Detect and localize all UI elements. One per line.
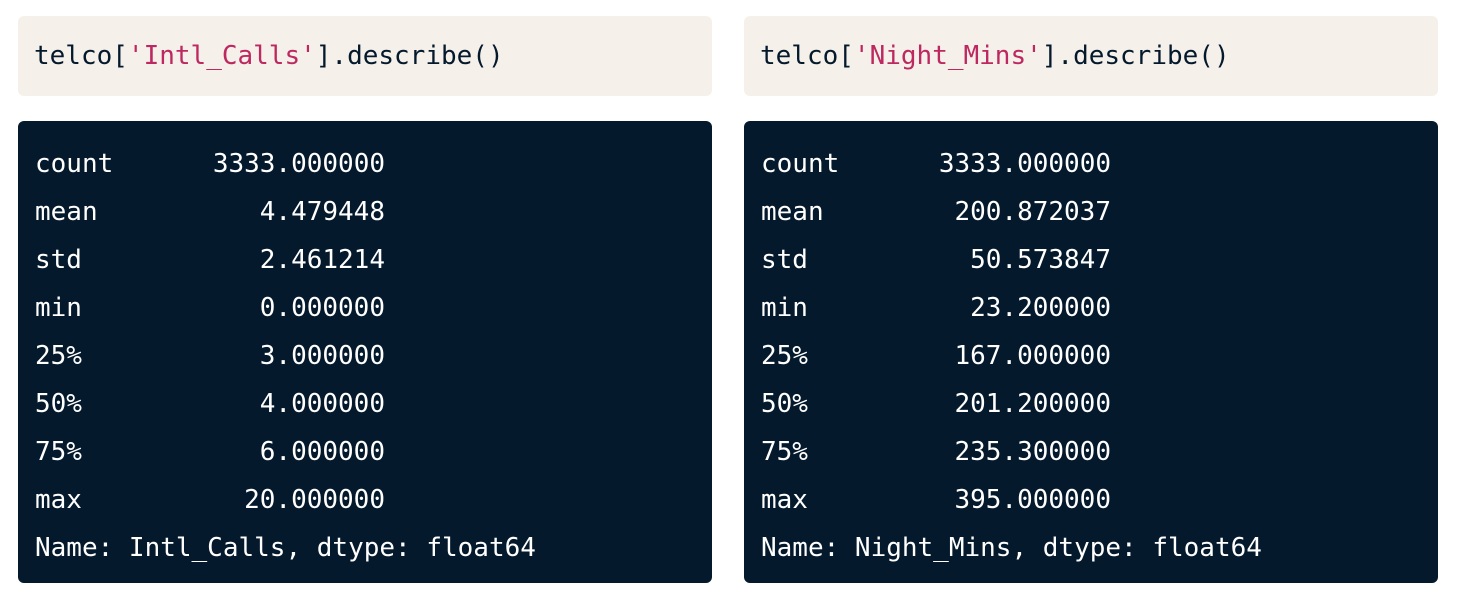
stat-row-std: std 2.461214 — [35, 236, 695, 284]
stat-label: 50% — [761, 389, 808, 419]
code-prefix: telco[ — [760, 41, 854, 71]
stat-label: std — [761, 245, 808, 275]
stat-value: 50.573847 — [970, 245, 1111, 275]
stat-row-25: 25% 3.000000 — [35, 332, 695, 380]
code-string: 'Night_Mins' — [853, 41, 1042, 71]
code-suffix: ].describe() — [1041, 41, 1230, 71]
stat-value: 235.300000 — [954, 437, 1111, 467]
stat-row-50: 50% 201.200000 — [761, 380, 1421, 428]
stat-label: mean — [35, 197, 98, 227]
stat-value: 395.000000 — [954, 485, 1111, 515]
code-cell-intl-calls[interactable]: telco['Intl_Calls'].describe() — [18, 16, 712, 96]
output-cell-night-mins: count 3333.000000 mean 200.872037 std 50.57… — [744, 121, 1438, 583]
stat-value: 2.461214 — [259, 245, 385, 275]
stat-label: 25% — [761, 341, 808, 371]
stat-row-75: 75% 6.000000 — [35, 428, 695, 476]
stat-label: 50% — [35, 389, 82, 419]
stat-value: 20.000000 — [244, 485, 385, 515]
stat-label: std — [35, 245, 82, 275]
code-cell-night-mins[interactable]: telco['Night_Mins'].describe() — [744, 16, 1438, 96]
stat-label: count — [35, 149, 114, 179]
left-panel: telco['Intl_Calls'].describe() count 3333… — [18, 16, 712, 583]
stat-row-max: max 395.000000 — [761, 476, 1421, 524]
stat-row-25: 25% 167.000000 — [761, 332, 1421, 380]
stat-label: mean — [761, 197, 824, 227]
stat-value: 201.200000 — [954, 389, 1111, 419]
stat-label: 75% — [761, 437, 808, 467]
stat-value: 200.872037 — [954, 197, 1111, 227]
stat-row-max: max 20.000000 — [35, 476, 695, 524]
stat-value: 3333.000000 — [938, 149, 1111, 179]
stat-row-75: 75% 235.300000 — [761, 428, 1421, 476]
stat-value: 0.000000 — [259, 293, 385, 323]
stat-row-count: count 3333.000000 — [35, 140, 695, 188]
series-footer: Name: Intl_Calls, dtype: float64 — [35, 533, 536, 563]
stat-row-min: min 23.200000 — [761, 284, 1421, 332]
code-string: 'Intl_Calls' — [127, 41, 316, 71]
stat-value: 6.000000 — [259, 437, 385, 467]
stat-label: min — [35, 293, 82, 323]
stat-value: 3.000000 — [259, 341, 385, 371]
stat-label: count — [761, 149, 840, 179]
stat-row-mean: mean 4.479448 — [35, 188, 695, 236]
stat-value: 4.479448 — [259, 197, 385, 227]
stat-value: 3333.000000 — [212, 149, 385, 179]
output-cell-intl-calls: count 3333.000000 mean 4.479448 std 2.46121… — [18, 121, 712, 583]
code-prefix: telco[ — [34, 41, 128, 71]
stat-row-50: 50% 4.000000 — [35, 380, 695, 428]
stat-row-count: count 3333.000000 — [761, 140, 1421, 188]
right-panel: telco['Night_Mins'].describe() count 3333… — [744, 16, 1438, 583]
stat-row-min: min 0.000000 — [35, 284, 695, 332]
stat-row-mean: mean 200.872037 — [761, 188, 1421, 236]
stat-label: min — [761, 293, 808, 323]
stat-label: 75% — [35, 437, 82, 467]
stat-value: 4.000000 — [259, 389, 385, 419]
stat-value: 23.200000 — [970, 293, 1111, 323]
stat-label: max — [761, 485, 808, 515]
stat-value: 167.000000 — [954, 341, 1111, 371]
code-suffix: ].describe() — [315, 41, 504, 71]
stat-row-std: std 50.573847 — [761, 236, 1421, 284]
series-footer: Name: Night_Mins, dtype: float64 — [761, 533, 1262, 563]
stat-label: 25% — [35, 341, 82, 371]
stat-label: max — [35, 485, 82, 515]
